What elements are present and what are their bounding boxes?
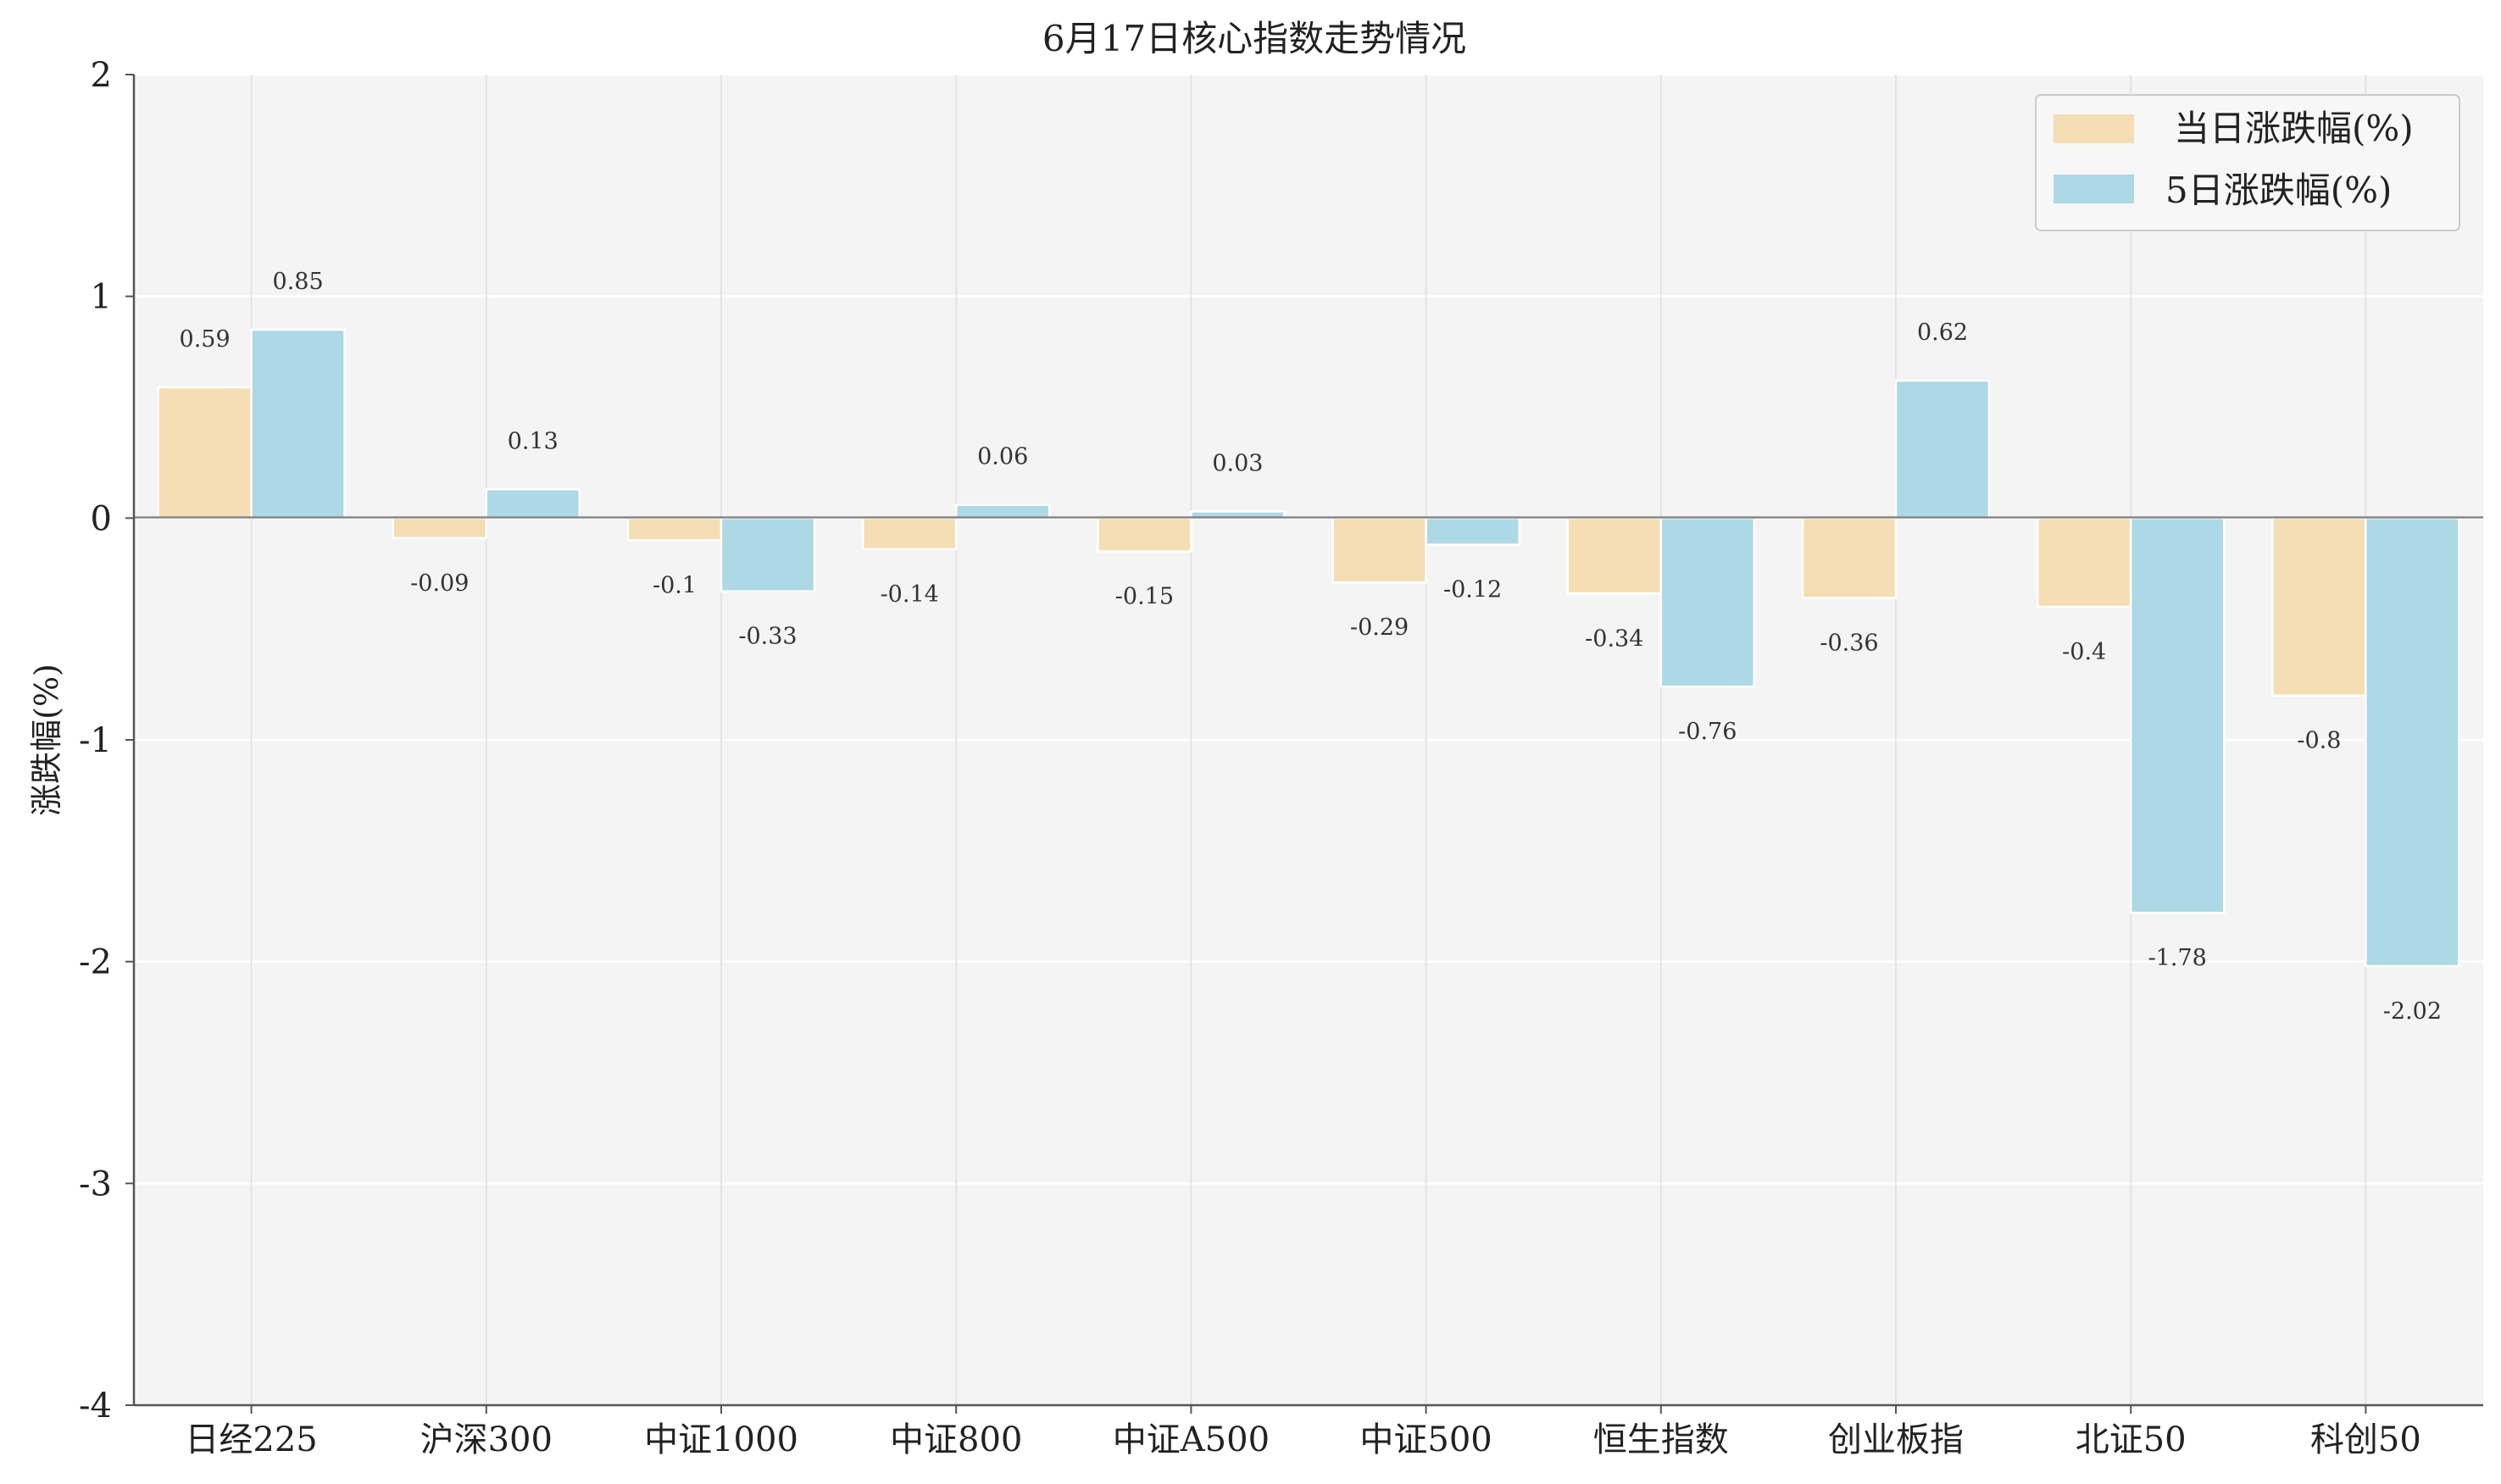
- bar-5day-7: [1894, 379, 1991, 520]
- y-tick-label-2: 0: [91, 499, 112, 538]
- legend: 当日涨跌幅(%) 5日涨跌幅(%): [2035, 94, 2460, 231]
- bar-5day-3: [954, 503, 1051, 520]
- data-label-daily-3: -0.14: [881, 581, 939, 608]
- bar-daily-4: [1097, 517, 1192, 553]
- data-label-daily-6: -0.34: [1585, 625, 1643, 652]
- legend-swatch-daily: [2054, 114, 2134, 143]
- data-label-5day-9: -2.02: [2383, 998, 2442, 1025]
- data-label-5day-7: 0.62: [1917, 320, 1968, 346]
- data-label-5day-1: 0.13: [508, 428, 559, 454]
- data-label-daily-4: -0.15: [1115, 584, 1174, 610]
- bar-5day-8: [2129, 517, 2226, 914]
- bar-5day-0: [250, 328, 346, 520]
- legend-label-5day: 5日涨跌幅(%): [2165, 170, 2392, 211]
- y-tick-label-3: -1: [79, 721, 112, 760]
- bar-daily-5: [1331, 517, 1427, 584]
- bar-daily-3: [861, 517, 958, 551]
- y-tick-label-1: 1: [91, 278, 112, 317]
- y-ticks: 2 1 0 -1 -2 -3 -4: [79, 56, 134, 1426]
- data-label-5day-4: 0.03: [1212, 450, 1263, 476]
- x-tick-label-3: 中证800: [890, 1420, 1022, 1459]
- x-ticks: 日经225 沪深300 中证1000 中证800 中证A500 中证500 恒生指数 创业板指…: [185, 1405, 2421, 1459]
- bar-daily-7: [1801, 517, 1898, 599]
- bar-5day-6: [1659, 517, 1756, 688]
- bar-daily-9: [2271, 517, 2367, 697]
- bar-daily-2: [626, 517, 723, 542]
- y-axis-label: 涨跌幅(%): [28, 664, 65, 816]
- data-label-daily-8: -0.4: [2062, 639, 2106, 665]
- data-label-5day-6: -0.76: [1678, 719, 1737, 745]
- data-label-daily-9: -0.8: [2297, 728, 2341, 754]
- x-tick-label-8: 北证50: [2076, 1420, 2187, 1459]
- y-tick-label-6: -4: [79, 1387, 112, 1426]
- x-tick-label-7: 创业板指: [1828, 1420, 1964, 1459]
- y-tick-label-5: -3: [79, 1164, 112, 1203]
- data-label-5day-8: -1.78: [2148, 945, 2207, 971]
- x-tick-label-2: 中证1000: [644, 1420, 798, 1459]
- bar-5day-9: [2365, 517, 2460, 968]
- data-label-daily-2: -0.1: [653, 573, 697, 599]
- bar-5day-2: [720, 517, 816, 592]
- data-label-daily-1: -0.09: [410, 570, 469, 597]
- x-tick-label-4: 中证A500: [1113, 1420, 1270, 1459]
- x-tick-label-0: 日经225: [185, 1420, 317, 1459]
- data-label-5day-2: -0.33: [738, 624, 797, 650]
- bar-5day-5: [1425, 517, 1520, 546]
- x-tick-label-9: 科创50: [2310, 1420, 2421, 1459]
- bar-daily-0: [157, 386, 253, 520]
- data-label-daily-7: -0.36: [1820, 631, 1878, 657]
- bar-daily-6: [1566, 517, 1663, 595]
- y-tick-label-4: -2: [79, 943, 112, 982]
- data-label-5day-3: 0.06: [977, 444, 1028, 470]
- bar-5day-1: [485, 488, 581, 520]
- data-label-daily-0: 0.59: [180, 326, 231, 353]
- x-tick-label-1: 沪深300: [420, 1420, 553, 1459]
- legend-swatch-5day: [2054, 175, 2134, 203]
- y-tick-label-0: 2: [91, 56, 112, 95]
- chart: 0.59 -0.09 -0.1 -0.14 -0.15 -0.29 -0.34 -0.36 -0…: [0, 0, 2501, 1484]
- x-tick-label-5: 中证500: [1359, 1420, 1492, 1459]
- legend-label-daily: 当日涨跌幅(%): [2174, 108, 2414, 149]
- bar-daily-1: [392, 517, 488, 540]
- bar-chart: 0.59 -0.09 -0.1 -0.14 -0.15 -0.29 -0.34 -0.36 -0…: [28, 18, 2483, 1459]
- x-tick-label-6: 恒生指数: [1593, 1420, 1729, 1459]
- data-label-daily-5: -0.29: [1350, 614, 1409, 641]
- data-label-5day-5: -0.12: [1443, 577, 1502, 603]
- data-label-5day-0: 0.85: [273, 269, 324, 295]
- chart-title: 6月17日核心指数走势情况: [1042, 18, 1466, 59]
- bar-daily-8: [2036, 517, 2132, 609]
